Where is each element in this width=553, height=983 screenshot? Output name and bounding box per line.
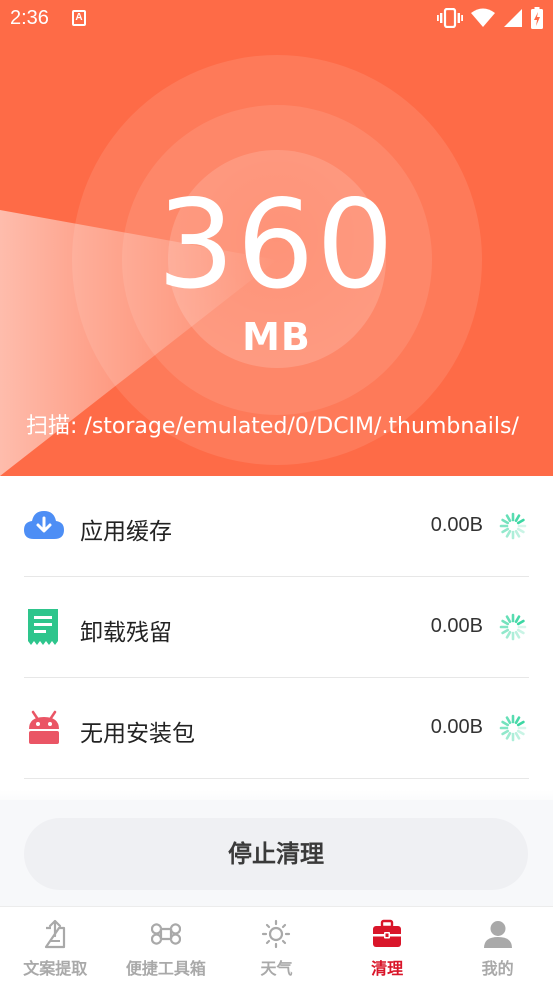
sun-icon <box>262 919 291 949</box>
category-label: 卸载残留 <box>80 620 172 646</box>
category-size: 0.00B <box>430 514 483 536</box>
spinner-ray <box>514 514 521 523</box>
wifi-icon <box>471 8 495 27</box>
residue-icon <box>28 609 58 645</box>
tab-label: 清理 <box>371 959 404 978</box>
spinner-ray <box>505 514 512 523</box>
notification-icon: A <box>72 10 86 26</box>
status-time: 2:36 <box>10 7 49 29</box>
loading-spinner-icon <box>499 714 527 742</box>
category-size: 0.00B <box>430 716 483 738</box>
tab-label: 文案提取 <box>23 959 88 978</box>
spinner-ray <box>505 529 512 538</box>
spinner-ray <box>514 630 521 639</box>
tab-label: 天气 <box>260 959 293 978</box>
document-extract-icon <box>45 919 66 949</box>
spinner-ray <box>514 529 521 538</box>
spinner-ray <box>505 731 512 740</box>
junk-category-list: 应用缓存 0.00B 卸载残留 0.00B 无用安装包 0.00B <box>0 476 553 779</box>
category-label: 应用缓存 <box>80 519 172 545</box>
spinner-ray <box>501 619 510 626</box>
cleaner-screen: 2:36 A 360 MB 扫描: /storage/emulated/0/DC… <box>0 0 553 983</box>
loading-spinner-icon <box>499 512 527 540</box>
scan-hero: 2:36 A 360 MB 扫描: /storage/emulated/0/DC… <box>0 0 553 476</box>
person-icon <box>483 921 512 948</box>
tab-label: 便捷工具箱 <box>125 959 206 978</box>
category-row-uninstall-residue[interactable]: 卸载残留 0.00B <box>24 577 529 678</box>
spinner-ray <box>516 527 525 534</box>
spinner-ray <box>505 630 512 639</box>
category-size: 0.00B <box>430 615 483 637</box>
spinner-ray <box>516 720 525 727</box>
status-bar: 2:36 A <box>0 0 553 38</box>
spinner-ray <box>514 716 521 725</box>
signal-icon <box>504 9 522 27</box>
scanned-size-unit: MB <box>242 315 311 359</box>
spinner-ray <box>514 731 521 740</box>
tab-text-extract[interactable]: 文案提取 <box>0 907 111 983</box>
loading-spinner-icon <box>499 613 527 641</box>
spinner-ray <box>501 628 510 635</box>
spinner-ray <box>516 619 525 626</box>
tab-clean[interactable]: 清理 <box>332 907 443 983</box>
spinner-ray <box>505 615 512 624</box>
spinner-ray <box>516 518 525 525</box>
category-row-app-cache[interactable]: 应用缓存 0.00B <box>24 476 529 577</box>
spinner-ray <box>505 716 512 725</box>
spinner-ray <box>501 527 510 534</box>
category-row-useless-apk[interactable]: 无用安装包 0.00B <box>24 678 529 779</box>
spinner-ray <box>516 628 525 635</box>
scanned-size-value: 360 <box>157 174 396 316</box>
tab-weather[interactable]: 天气 <box>221 907 332 983</box>
vibrate-icon <box>437 8 463 28</box>
bottom-tab-bar: 文案提取 便捷工具箱 天气 清理 我的 <box>0 906 553 983</box>
category-label: 无用安装包 <box>80 721 195 747</box>
battery-charging-icon <box>531 7 543 29</box>
stop-cleaning-button[interactable]: 停止清理 <box>24 818 528 890</box>
spinner-ray <box>501 518 510 525</box>
android-icon <box>29 710 59 744</box>
tab-label: 我的 <box>481 959 514 978</box>
tab-profile[interactable]: 我的 <box>442 907 553 983</box>
tab-toolbox[interactable]: 便捷工具箱 <box>111 907 222 983</box>
scan-path-text: 扫描: /storage/emulated/0/DCIM/.thumbnails… <box>26 414 519 439</box>
spinner-ray <box>516 729 525 736</box>
spinner-ray <box>514 615 521 624</box>
spinner-ray <box>501 720 510 727</box>
cloud-download-icon <box>24 511 64 539</box>
toolbox-icon <box>373 919 402 947</box>
spinner-ray <box>501 729 510 736</box>
command-icon <box>150 923 181 945</box>
